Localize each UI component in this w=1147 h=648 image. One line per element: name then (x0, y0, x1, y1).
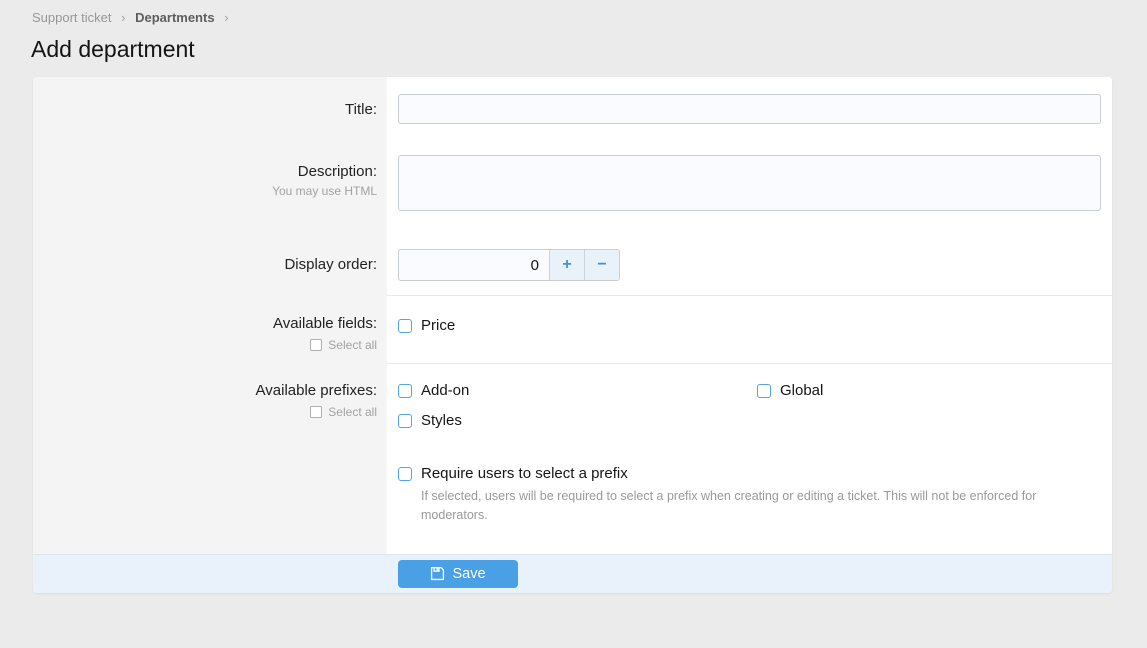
increment-button[interactable]: + (549, 250, 584, 280)
global-checkbox-icon[interactable] (757, 384, 771, 398)
form-row-available-prefixes: Available prefixes: Select all Add-on Gl… (33, 363, 1112, 554)
prefix-option-styles[interactable]: Styles (398, 412, 757, 429)
field-option-price[interactable]: Price (398, 317, 1101, 334)
prefix-options-grid: Add-on Global Styles (398, 382, 1101, 429)
global-checkbox-label: Global (780, 382, 823, 399)
form-row-title: Title: (33, 77, 1112, 139)
title-label: Title: (33, 101, 377, 118)
breadcrumb-departments[interactable]: Departments (135, 10, 214, 25)
available-fields-content-cell: Price (387, 295, 1112, 363)
description-label-cell: Description: You may use HTML (33, 139, 387, 231)
form-row-available-fields: Available fields: Select all Price (33, 295, 1112, 363)
require-prefix-hint: If selected, users will be required to s… (421, 487, 1086, 526)
decrement-button[interactable]: − (584, 250, 619, 280)
available-fields-label-cell: Available fields: Select all (33, 295, 387, 363)
floppy-disk-icon (430, 566, 445, 581)
select-all-checkbox-icon[interactable] (310, 406, 322, 418)
save-button[interactable]: Save (398, 560, 518, 588)
available-prefixes-label-cell: Available prefixes: Select all (33, 363, 387, 554)
price-checkbox-label: Price (421, 317, 455, 334)
available-fields-select-all[interactable]: Select all (310, 338, 377, 352)
available-fields-label: Available fields: (33, 315, 377, 332)
require-prefix-option[interactable]: Require users to select a prefix (398, 465, 1101, 482)
description-label: Description: (33, 163, 377, 180)
save-button-label: Save (452, 566, 485, 582)
select-all-label: Select all (328, 405, 377, 419)
description-content-cell (387, 139, 1112, 231)
available-prefixes-content-cell: Add-on Global Styles Require users to se… (387, 363, 1112, 554)
breadcrumb: Support ticket › Departments › (32, 10, 1147, 25)
available-prefixes-select-all[interactable]: Select all (310, 405, 377, 419)
addon-checkbox-label: Add-on (421, 382, 469, 399)
require-prefix-checkbox-icon[interactable] (398, 467, 412, 481)
available-prefixes-label: Available prefixes: (33, 382, 377, 399)
display-order-stepper: + − (398, 249, 620, 281)
description-hint: You may use HTML (33, 184, 377, 198)
add-department-form: Title: Description: You may use HTML Dis… (33, 77, 1112, 593)
select-all-label: Select all (328, 338, 377, 352)
form-row-display-order: Display order: + − (33, 231, 1112, 295)
select-all-checkbox-icon[interactable] (310, 339, 322, 351)
display-order-input[interactable] (399, 250, 549, 280)
form-row-description: Description: You may use HTML (33, 139, 1112, 231)
addon-checkbox-icon[interactable] (398, 384, 412, 398)
page-title: Add department (31, 36, 1147, 63)
breadcrumb-separator: › (121, 10, 125, 25)
require-prefix-label: Require users to select a prefix (421, 465, 628, 482)
prefix-option-addon[interactable]: Add-on (398, 382, 757, 399)
form-footer: Save (33, 554, 1112, 593)
styles-checkbox-label: Styles (421, 412, 462, 429)
title-label-cell: Title: (33, 77, 387, 139)
prefix-option-global[interactable]: Global (757, 382, 1101, 399)
price-checkbox-icon[interactable] (398, 319, 412, 333)
description-textarea[interactable] (398, 155, 1101, 211)
display-order-content-cell: + − (387, 231, 1112, 295)
title-input[interactable] (398, 94, 1101, 124)
title-content-cell (387, 77, 1112, 139)
require-prefix-block: Require users to select a prefix If sele… (398, 465, 1101, 526)
breadcrumb-support-ticket[interactable]: Support ticket (32, 10, 112, 25)
styles-checkbox-icon[interactable] (398, 414, 412, 428)
display-order-label: Display order: (33, 256, 377, 273)
display-order-label-cell: Display order: (33, 231, 387, 295)
breadcrumb-separator: › (224, 10, 228, 25)
